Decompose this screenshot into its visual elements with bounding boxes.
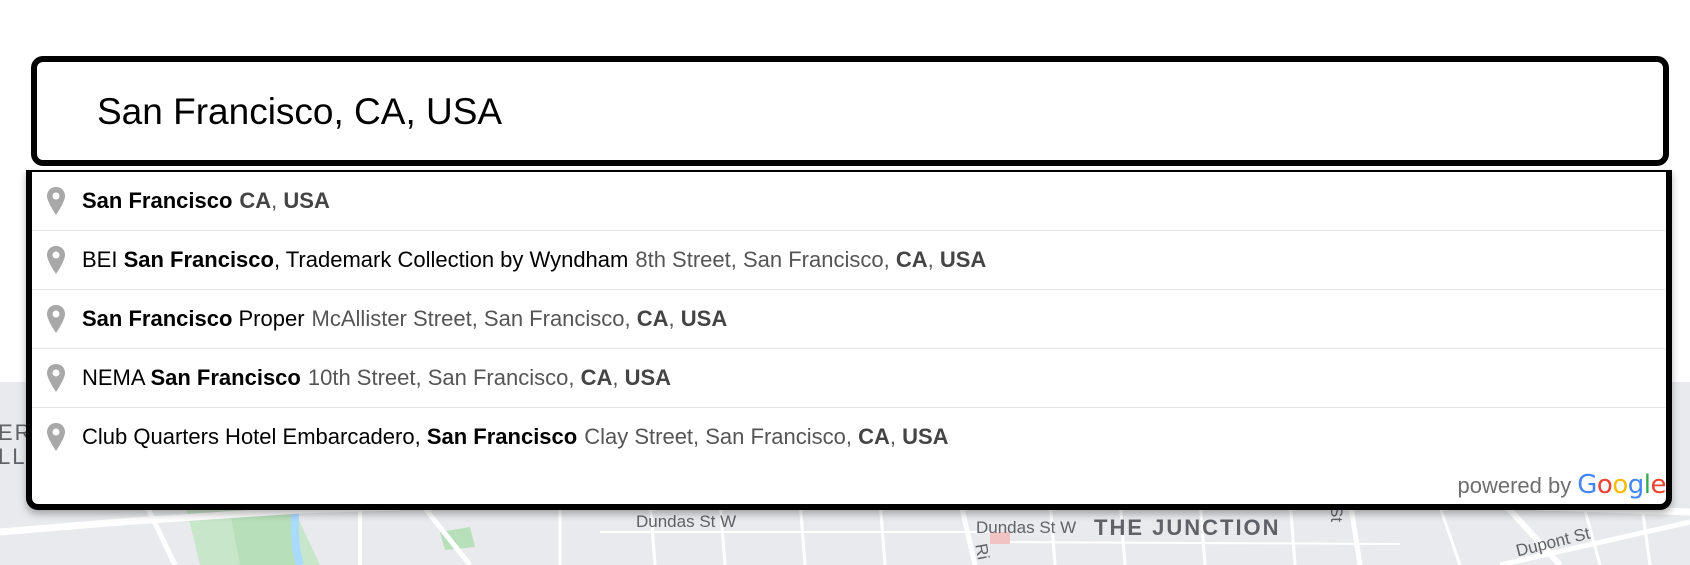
suggestion-text: , Trademark Collection by Wyndham <box>273 247 629 272</box>
map-label-dundas-left: Dundas St W <box>636 512 737 531</box>
suggestion-match-text: CA <box>636 306 669 331</box>
suggestion-secondary-text: 8th Street, San Francisco, CA, USA <box>635 247 986 273</box>
suggestion-secondary-text: McAllister Street, San Francisco, CA, US… <box>312 306 728 332</box>
suggestion-match-text: USA <box>902 424 949 449</box>
suggestion-address-text: 8th Street, San Francisco, <box>635 247 896 272</box>
suggestion-match-text: San Francisco <box>150 365 301 390</box>
powered-by-text: powered by <box>1457 473 1572 498</box>
map-pin-icon <box>46 186 66 216</box>
google-logo: Google <box>1577 470 1666 500</box>
road <box>1438 506 1462 565</box>
road <box>999 541 1401 545</box>
google-logo-letter: l <box>1643 470 1651 500</box>
suggestion-item[interactable]: NEMA San Francisco 10th Street, San Franc… <box>32 348 1666 407</box>
suggestion-match-text: USA <box>680 306 728 331</box>
map-label-edge-bottom: LL <box>0 444 27 469</box>
suggestion-item[interactable]: BEI San Francisco, Trademark Collection … <box>32 230 1666 289</box>
google-logo-letter: g <box>1627 470 1645 500</box>
suggestion-match-text: CA <box>239 188 272 213</box>
suggestion-secondary-text: Clay Street, San Francisco, CA, USA <box>584 424 948 450</box>
suggestion-match-text: CA <box>895 247 928 272</box>
suggestion-item[interactable]: San Francisco Proper McAllister Street, S… <box>32 289 1666 348</box>
search-box <box>31 56 1669 166</box>
suggestion-secondary-text: CA, USA <box>239 188 329 214</box>
suggestion-match-text: USA <box>939 247 987 272</box>
map-label-street-ri: Ri <box>971 542 993 562</box>
suggestion-item[interactable]: Club Quarters Hotel Embarcadero, San Fra… <box>32 407 1666 466</box>
map-pin-icon <box>46 422 66 452</box>
suggestion-main-text: Club Quarters Hotel Embarcadero, San Fra… <box>82 424 577 450</box>
map-label-the-junction: THE JUNCTION <box>1094 515 1281 540</box>
suggestion-address-text: , <box>927 247 940 272</box>
suggestion-match-text: San Francisco <box>123 247 274 272</box>
suggestion-address-text: , <box>612 365 625 390</box>
suggestion-main-text: NEMA San Francisco <box>82 365 301 391</box>
suggestion-text: BEI <box>82 247 124 272</box>
powered-by-google: powered by Google <box>1458 470 1667 500</box>
suggestion-match-text: San Francisco <box>426 424 578 449</box>
suggestion-match-text: San Francisco <box>82 306 233 331</box>
google-logo-letter: G <box>1577 470 1597 500</box>
google-logo-letter: o <box>1596 470 1613 500</box>
map-pin-icon <box>46 245 66 275</box>
map-label-dundas-right: Dundas St W <box>976 518 1077 537</box>
search-input[interactable] <box>97 84 1597 140</box>
suggestion-main-text: San Francisco Proper <box>82 306 305 332</box>
suggestion-list: San Francisco CA, USA BEI San Francisco, T… <box>32 172 1666 466</box>
map-pin-icon <box>46 304 66 334</box>
suggestion-match-text: San Francisco <box>82 188 233 213</box>
suggestion-address-text: McAllister Street, San Francisco, <box>311 306 637 331</box>
autocomplete-dropdown: San Francisco CA, USA BEI San Francisco, T… <box>26 170 1672 510</box>
google-logo-letter: e <box>1650 470 1667 500</box>
suggestion-address-text: 10th Street, San Francisco, <box>307 365 581 390</box>
suggestion-main-text: BEI San Francisco, Trademark Collection … <box>82 247 628 273</box>
suggestion-match-text: CA <box>858 424 890 449</box>
suggestion-text: Proper <box>232 306 305 331</box>
suggestion-address-text: , <box>271 188 284 213</box>
suggestion-match-text: USA <box>283 188 330 213</box>
suggestion-main-text: San Francisco <box>82 188 232 214</box>
suggestion-match-text: CA <box>580 365 613 390</box>
page: ER LL Dundas St W Dundas St W THE JUNCTI… <box>0 0 1690 565</box>
suggestion-address-text: , <box>668 306 681 331</box>
suggestion-item[interactable]: San Francisco CA, USA <box>32 172 1666 230</box>
suggestion-address-text: , <box>889 424 903 449</box>
suggestion-match-text: USA <box>624 365 672 390</box>
google-logo-letter: o <box>1612 470 1628 500</box>
suggestion-text: Club Quarters Hotel Embarcadero, <box>82 424 427 449</box>
suggestion-secondary-text: 10th Street, San Francisco, CA, USA <box>308 365 671 391</box>
suggestion-text: NEMA <box>82 365 151 390</box>
map-pin-icon <box>46 363 66 393</box>
suggestion-address-text: Clay Street, San Francisco, <box>584 424 859 449</box>
